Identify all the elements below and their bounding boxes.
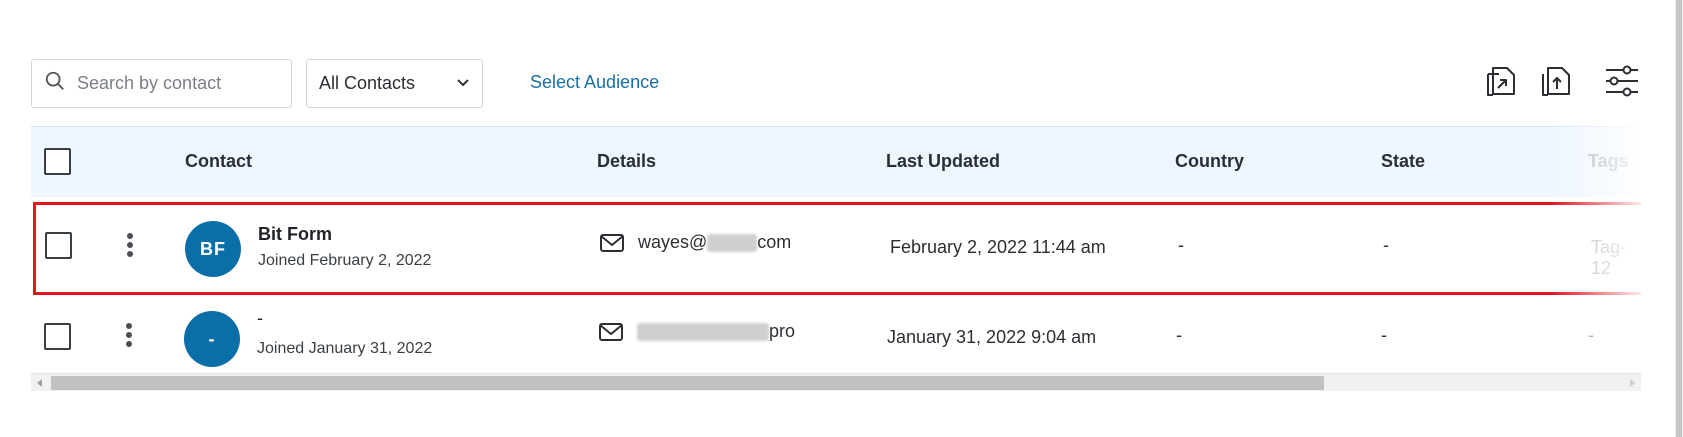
vertical-scrollbar-thumb[interactable]: [1676, 0, 1682, 437]
contact-name[interactable]: -: [257, 308, 263, 329]
email-prefix: wayes@: [638, 232, 708, 252]
table-row[interactable]: BF Bit Form Joined February 2, 2022 waye…: [33, 202, 1641, 295]
contact-name[interactable]: Bit Form: [258, 224, 332, 245]
mail-icon: [600, 233, 624, 253]
column-settings-icon[interactable]: [1604, 62, 1640, 100]
search-box[interactable]: [31, 59, 292, 108]
contact-joined-date: Joined February 2, 2022: [258, 252, 432, 269]
search-input[interactable]: [75, 72, 275, 95]
horizontal-scrollbar[interactable]: [31, 373, 1641, 391]
tags: Tag-12: [1591, 237, 1627, 278]
scroll-left-arrow-icon[interactable]: [37, 379, 42, 387]
row-actions-kebab-icon[interactable]: [125, 233, 135, 261]
row-checkbox[interactable]: [45, 232, 72, 259]
contact-email: wayes@ com: [638, 232, 791, 253]
email-suffix: com: [757, 232, 792, 252]
avatar: BF: [185, 221, 241, 277]
table-header: Contact Details Last Updated Country Sta…: [31, 126, 1641, 197]
last-updated: January 31, 2022 9:04 am: [887, 327, 1097, 347]
column-header-last-updated[interactable]: Last Updated: [886, 151, 1000, 172]
select-audience-link[interactable]: Select Audience: [530, 72, 659, 93]
redacted-email-blur: [707, 234, 758, 253]
column-header-tags[interactable]: Tags: [1588, 151, 1629, 172]
import-icon[interactable]: [1485, 62, 1521, 100]
contact-email: pro: [637, 321, 795, 342]
column-header-country[interactable]: Country: [1175, 151, 1244, 172]
column-header-details[interactable]: Details: [597, 151, 656, 172]
column-header-state[interactable]: State: [1381, 151, 1425, 172]
avatar: -: [184, 311, 240, 367]
row-checkbox[interactable]: [44, 323, 71, 350]
email-suffix: pro: [769, 321, 796, 341]
redacted-email-blur: [637, 323, 769, 342]
horizontal-scrollbar-thumb[interactable]: [51, 376, 1324, 390]
column-header-contact[interactable]: Contact: [185, 151, 252, 172]
vertical-scrollbar[interactable]: [1675, 0, 1683, 437]
mail-icon: [599, 322, 623, 342]
last-updated: February 2, 2022 11:44 am: [890, 237, 1106, 257]
contact-filter-value: All Contacts: [319, 73, 416, 93]
scroll-right-arrow-icon[interactable]: [1630, 379, 1635, 387]
contacts-page: All Contacts Select Audience: [0, 0, 1683, 437]
chevron-down-icon: [456, 73, 470, 94]
state: -: [1381, 325, 1387, 345]
contact-filter-select[interactable]: All Contacts: [306, 59, 483, 108]
contact-joined-date: Joined January 31, 2022: [257, 340, 433, 357]
contacts-table: Contact Details Last Updated Country Sta…: [31, 126, 1641, 406]
country: -: [1178, 235, 1184, 255]
tags: -: [1588, 325, 1594, 345]
select-all-checkbox[interactable]: [44, 148, 71, 175]
row-actions-kebab-icon[interactable]: [124, 323, 134, 351]
country: -: [1176, 325, 1182, 345]
state: -: [1383, 235, 1389, 255]
export-icon[interactable]: [1540, 62, 1576, 100]
search-icon: [44, 70, 66, 97]
